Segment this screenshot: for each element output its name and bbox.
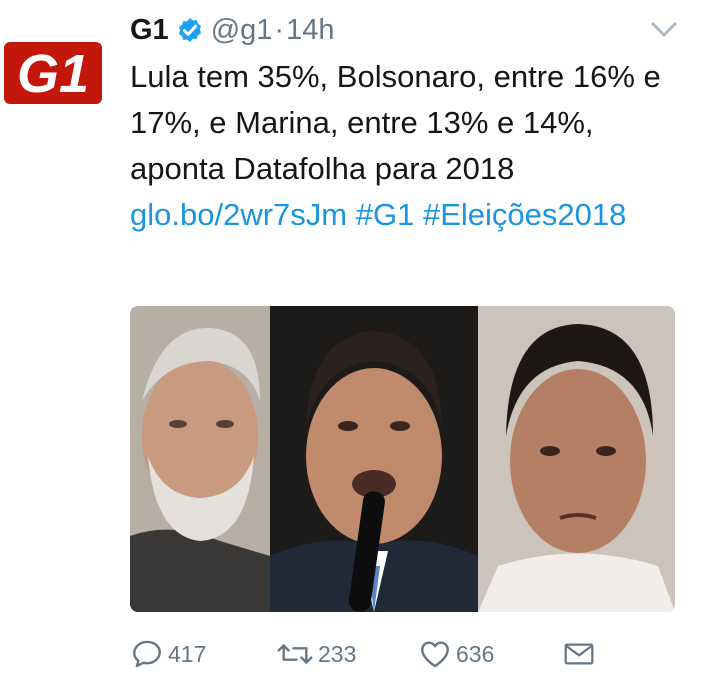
retweet-icon [277, 644, 313, 664]
tweet-actions: 417 233 636 [130, 636, 690, 672]
photo-marina[interactable] [478, 306, 675, 612]
g1-logo-text: G1 [17, 44, 89, 104]
hashtag-g1[interactable]: #G1 [356, 197, 415, 232]
profile-avatar[interactable]: G1 [4, 40, 102, 106]
tweet-body: Lula tem 35%, Bolsonaro, entre 16% e 17%… [130, 59, 661, 186]
photo-bolsonaro[interactable] [270, 306, 478, 612]
display-name[interactable]: G1 [130, 14, 169, 47]
tweet-text: Lula tem 35%, Bolsonaro, entre 16% e 17%… [130, 54, 690, 238]
tweet-media[interactable] [130, 306, 675, 612]
tweet-timestamp[interactable]: 14h [286, 14, 334, 47]
direct-message-button[interactable] [563, 636, 599, 672]
chevron-down-icon[interactable] [649, 20, 679, 40]
reply-button[interactable]: 417 [130, 636, 206, 672]
hashtag-eleicoes[interactable]: #Eleições2018 [423, 197, 626, 232]
photo-lula[interactable] [130, 306, 270, 612]
like-button[interactable]: 636 [418, 636, 494, 672]
tweet-link[interactable]: glo.bo/2wr7sJm [130, 197, 347, 232]
like-count: 636 [456, 640, 495, 667]
tweet-header: G1 @g1 · 14h [130, 10, 334, 50]
reply-icon [133, 640, 161, 668]
retweet-button[interactable]: 233 [276, 636, 356, 672]
verified-badge-icon [175, 15, 205, 45]
g1-logo-icon: G1 [4, 42, 102, 104]
retweet-count: 233 [318, 640, 357, 667]
user-handle[interactable]: @g1 [211, 14, 273, 47]
reply-count: 417 [168, 640, 207, 667]
envelope-icon [564, 643, 594, 665]
heart-icon [421, 641, 449, 668]
header-separator: · [274, 13, 285, 46]
